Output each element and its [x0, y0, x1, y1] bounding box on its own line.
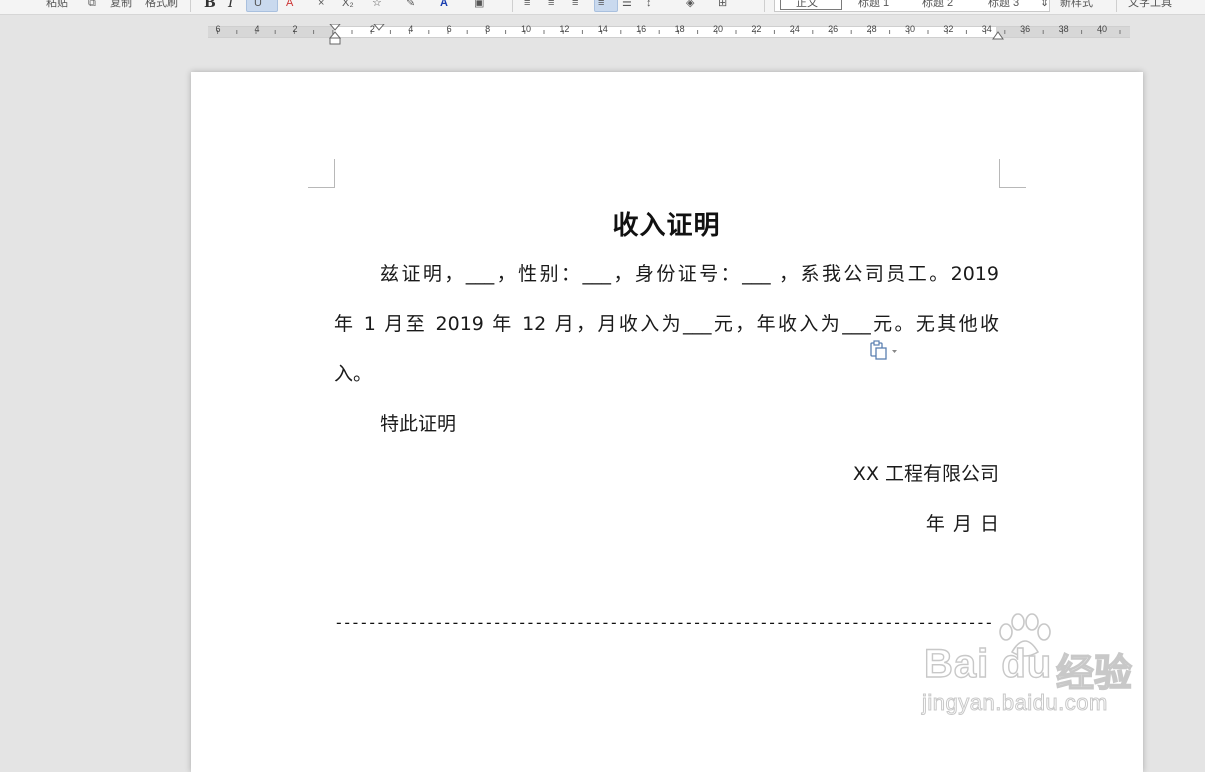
ruler-number: 16 — [636, 24, 647, 34]
ruler-number: 40 — [1096, 24, 1108, 34]
margin-corner-mark — [999, 159, 1026, 188]
style-heading-1[interactable]: 标题 1 — [858, 0, 889, 11]
ruler-number: 6 — [446, 24, 452, 34]
body-line-3[interactable]: 入。 — [334, 359, 999, 389]
char-border-icon[interactable]: ▣ — [474, 0, 484, 11]
ribbon-toolbar: 粘贴 ⧉ 复制 格式刷 B I U A × X₂ ☆ ✎ A ▣ ≡ ≡ ≡ ≡… — [0, 0, 1205, 15]
ruler-number: 4 — [408, 24, 414, 34]
underline-button-highlight — [246, 0, 278, 12]
text-effect-icon[interactable]: ☆ — [372, 0, 382, 11]
distribute-icon[interactable]: ☰ — [622, 0, 632, 11]
align-center-icon[interactable]: ≡ — [548, 0, 554, 11]
body-line-2[interactable]: 年 1 月至 2019 年 12 月，月收入为___元，年收入为___元。无其他… — [334, 309, 999, 339]
highlight-icon[interactable]: ✎ — [406, 0, 415, 11]
ruler-number: 30 — [904, 24, 916, 34]
baidu-jingyan-watermark: Bai du 经验 jingyan.baidu.com — [918, 612, 1205, 732]
ruler-number: 10 — [520, 24, 532, 34]
ruler-number: 14 — [597, 24, 608, 34]
watermark-brand-cn: 经验 — [1055, 652, 1133, 695]
date-line[interactable]: 年 月 日 — [334, 509, 999, 539]
toolbar-divider — [764, 0, 765, 12]
line-spacing-icon[interactable]: ↕ — [646, 0, 652, 11]
ruler-number: 12 — [559, 24, 570, 34]
justify-icon[interactable]: ≡ — [598, 0, 604, 11]
watermark-url: jingyan.baidu.com — [922, 690, 1108, 716]
shading-icon[interactable]: ◈ — [686, 0, 694, 11]
ruler-area: 6 4 2 2 4 6 8 10 12 14 16 18 20 22 24 26 28 30 32 34 36 38… — [0, 15, 1205, 45]
document-title[interactable]: 收入证明 — [334, 205, 999, 242]
align-right-icon[interactable]: ≡ — [572, 0, 578, 11]
body-line-1[interactable]: 兹证明，___，性别：___，身份证号：___ ，系我公司员工。2019 — [334, 259, 999, 289]
copy-icon[interactable]: ⧉ — [88, 0, 96, 11]
margin-corner-mark — [308, 159, 335, 188]
toolbar-divider — [1116, 0, 1117, 12]
ruler-number: 2 — [292, 24, 298, 34]
style-heading-3[interactable]: 标题 3 — [988, 0, 1019, 11]
underline-button[interactable]: U — [254, 0, 262, 11]
bold-button[interactable]: B — [204, 0, 216, 11]
ruler-number: 36 — [1020, 24, 1031, 34]
style-heading-2[interactable]: 标题 2 — [922, 0, 953, 11]
ruler-number: 38 — [1058, 24, 1069, 34]
ruler-number: 4 — [254, 24, 260, 34]
indent-marker-icon[interactable] — [328, 24, 342, 46]
ruler-number: 32 — [943, 24, 954, 34]
align-left-icon[interactable]: ≡ — [524, 0, 530, 11]
new-style-button[interactable]: 新样式 — [1060, 0, 1093, 11]
paste-options-icon[interactable] — [869, 340, 899, 362]
italic-button[interactable]: I — [228, 0, 234, 11]
ruler-number: 20 — [712, 24, 724, 34]
ruler-number: 18 — [674, 24, 685, 34]
separator-line[interactable]: ----------------------------------------… — [334, 612, 994, 634]
copy-button[interactable]: 复制 — [110, 0, 132, 11]
strikethrough-button[interactable]: A — [286, 0, 293, 11]
text-tools-button[interactable]: 文字工具 — [1128, 0, 1172, 11]
closing-line[interactable]: 特此证明 — [334, 409, 999, 439]
style-normal[interactable]: 正文 — [796, 0, 818, 11]
ruler-number: 24 — [789, 24, 800, 34]
font-color-button[interactable]: A — [440, 0, 448, 11]
ruler-number: 26 — [828, 24, 839, 34]
right-indent-marker-icon[interactable] — [991, 30, 1005, 40]
ruler-number: 8 — [485, 24, 491, 34]
toolbar-divider — [512, 0, 513, 12]
ruler-number: 28 — [866, 24, 877, 34]
style-gallery-scroll-icon[interactable]: ⇕ — [1040, 0, 1049, 11]
subscript-button[interactable]: X₂ — [342, 0, 354, 11]
ruler-number: 22 — [751, 24, 762, 34]
company-name[interactable]: XX 工程有限公司 — [334, 459, 999, 489]
clear-format-button[interactable]: × — [318, 0, 324, 11]
first-line-indent-icon[interactable] — [373, 24, 385, 32]
watermark-brand: Bai du — [923, 641, 1053, 686]
borders-icon[interactable]: ⊞ — [718, 0, 727, 11]
ruler-number: 6 — [215, 24, 221, 34]
paste-button[interactable]: 粘贴 — [46, 0, 68, 11]
format-painter-button[interactable]: 格式刷 — [145, 0, 178, 11]
toolbar-divider — [190, 0, 191, 12]
